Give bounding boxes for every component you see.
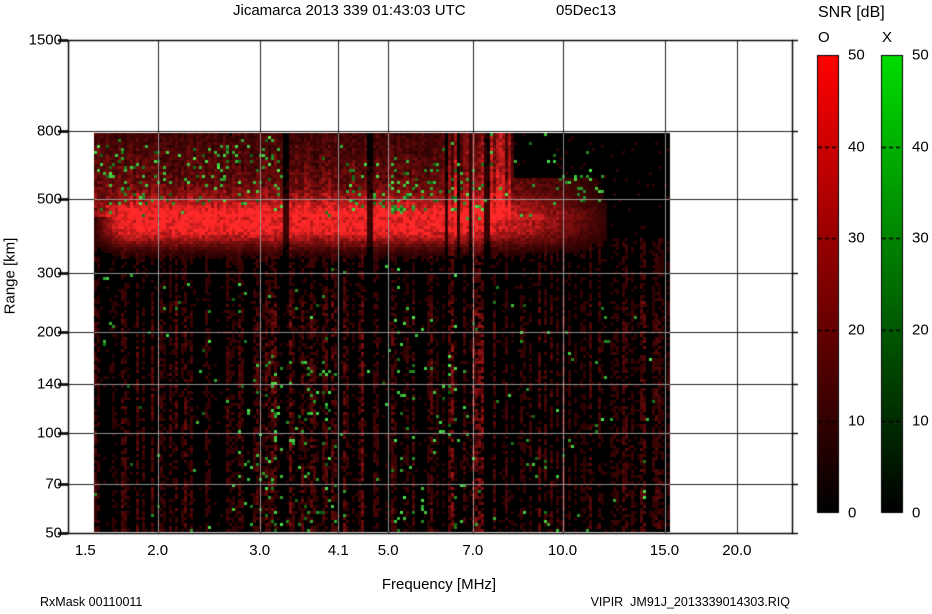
colorbar-o-tick-label: 0	[848, 504, 857, 522]
y-tick-label: 100	[36, 424, 62, 442]
x-tick-label: 20.0	[722, 542, 752, 559]
y-tick-label: 70	[45, 475, 62, 493]
x-tick-label: 10.0	[547, 542, 578, 559]
footer-rxmask: RxMask 00110011	[40, 595, 143, 609]
y-tick-label: 800	[36, 122, 62, 140]
y-tick-label: 200	[36, 323, 62, 341]
x-tick-label: 15.0	[649, 542, 680, 559]
x-tick-label: 7.0	[462, 542, 484, 559]
colorbar-x-tick-label: 50	[912, 46, 929, 64]
colorbar-o-tick-label: 50	[848, 46, 865, 64]
colorbar-o-tick-label: 20	[848, 321, 865, 339]
x-axis-title: Frequency [MHz]	[381, 576, 497, 593]
page-title: Jicamarca 2013 339 01:43:03 UTC	[233, 2, 466, 19]
x-tick-label: 4.1	[327, 542, 349, 559]
x-tick-label: 2.0	[147, 542, 169, 559]
colorbar-x-tick-label: 20	[912, 321, 929, 339]
y-tick-label: 1500	[28, 31, 62, 49]
y-tick-label: 140	[36, 375, 62, 393]
y-tick-label: 300	[36, 264, 62, 282]
o-mode-label: O	[818, 29, 830, 46]
x-tick-label: 1.5	[74, 542, 96, 559]
colorbar-o-tick-label: 40	[848, 138, 865, 156]
ionogram-screenshot: Jicamarca 2013 339 01:43:03 UTC 05Dec13 …	[0, 0, 932, 614]
x-mode-label: X	[882, 29, 893, 46]
colorbar-o-tick-label: 30	[848, 229, 865, 247]
colorbar-x-tick-label: 10	[912, 412, 929, 430]
colorbar-x-tick-label: 30	[912, 229, 929, 247]
colorbar-x-tick-label: 40	[912, 138, 929, 156]
date-label: 05Dec13	[556, 2, 617, 19]
y-tick-label: 50	[45, 524, 62, 542]
y-tick-label: 500	[36, 190, 62, 208]
ionogram-plot-canvas	[0, 0, 932, 614]
colorbar-x-tick-label: 0	[912, 504, 921, 522]
footer-filename: VIPIR JM91J_2013339014303.RIQ	[590, 595, 790, 609]
colorbar-title: SNR [dB]	[818, 4, 885, 21]
colorbar-o-tick-label: 10	[848, 412, 865, 430]
x-tick-label: 5.0	[377, 542, 399, 559]
x-tick-label: 3.0	[249, 542, 271, 559]
